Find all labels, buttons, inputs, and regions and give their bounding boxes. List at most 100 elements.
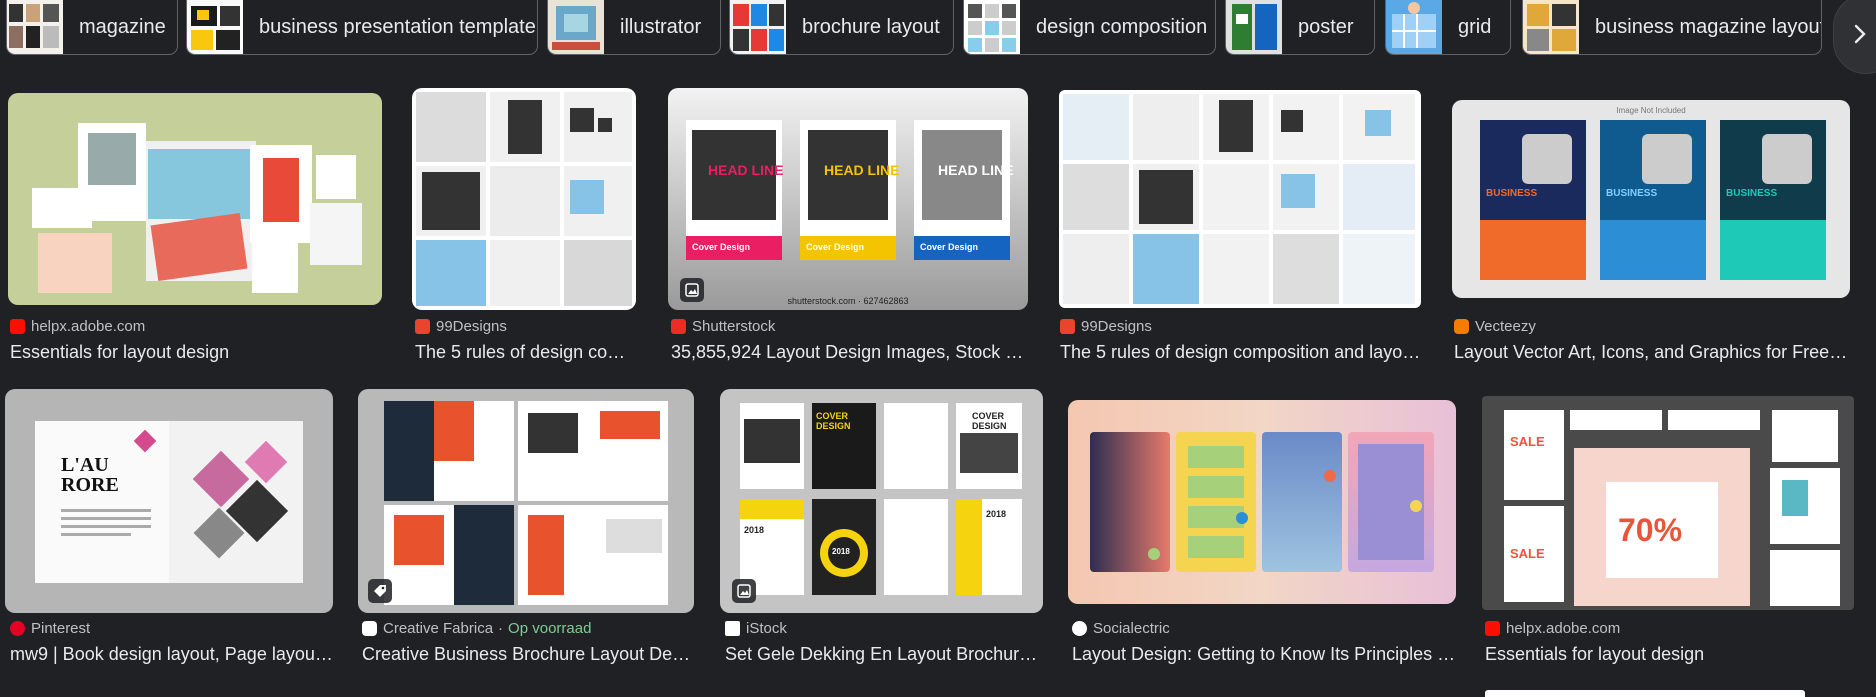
next-result-image-edge [1485,690,1805,697]
chip-thumbnail [730,0,786,54]
chip-brochure-layout[interactable]: brochure layout [729,0,954,55]
result-title[interactable]: The 5 rules of design composition and la… [1060,342,1422,363]
result-source[interactable]: 99Designs [415,318,507,335]
adobe-icon [10,319,25,334]
separator: · [498,620,504,637]
chip-label: brochure layout [802,15,940,38]
poster-year: 2018 [986,509,1007,519]
result-image[interactable]: SALE 70% SALE [1482,396,1854,610]
result-title[interactable]: Essentials for layout design [1485,644,1853,665]
book-title: L'AU RORE [61,454,119,496]
result-image[interactable]: L'AU RORE [5,389,333,613]
in-stock-label: Op voorraad [508,620,592,637]
result-image[interactable]: BUSINESS BUSINESS BUSINESS Image Not Inc… [1452,100,1850,298]
result-title[interactable]: 35,855,924 Layout Design Images, Stock … [671,342,1031,363]
poster-headline: BUSINESS [1726,188,1778,199]
chip-label: magazine [79,15,166,38]
poster-subtitle: Cover Design [806,242,865,252]
poster-year: 2018 [832,547,850,556]
result-image[interactable] [358,389,694,613]
chip-business-magazine-layout[interactable]: business magazine layout [1522,0,1822,55]
chip-illustrator[interactable]: illustrator [547,0,721,55]
result-image[interactable] [412,88,636,310]
result-title[interactable]: Set Gele Dekking En Layout Brochur… [725,644,1045,665]
result-image[interactable] [8,93,382,305]
chip-label: business presentation template [259,15,536,38]
adobe-icon [1485,621,1500,636]
poster-year: 2018 [744,525,765,535]
shutterstock-icon [671,319,686,334]
pinterest-icon [10,621,25,636]
poster-headline: BUSINESS [1486,188,1538,199]
result-source-name: Socialectric [1093,620,1170,637]
chip-grid[interactable]: grid [1385,0,1511,55]
poster-headline: HEAD LINE [708,162,784,178]
socialectric-icon [1072,621,1087,636]
result-source-name: 99Designs [1081,318,1152,335]
result-title[interactable]: Layout Design: Getting to Know Its Princ… [1072,644,1456,665]
result-image[interactable] [1059,90,1421,308]
poster-headline: HEAD LINE [938,162,1014,178]
chip-design-composition[interactable]: design composition [963,0,1216,55]
chip-label: design composition [1036,15,1208,38]
result-source[interactable]: Shutterstock [671,318,775,335]
result-source-name: helpx.adobe.com [31,318,146,335]
image-caption: Image Not Included [1616,106,1686,115]
result-source[interactable]: helpx.adobe.com [1485,620,1620,637]
chip-business-presentation-template[interactable]: business presentation template [186,0,538,55]
chip-thumbnail [187,0,243,54]
chip-thumbnail [1523,0,1579,54]
result-title[interactable]: mw9 | Book design layout, Page layou… [10,644,336,665]
result-source[interactable]: iStock [725,620,787,637]
result-title[interactable]: Creative Business Brochure Layout De… [362,644,692,665]
result-source-name: Vecteezy [1475,318,1536,335]
image-badge [732,579,756,603]
istock-icon [725,621,740,636]
image-watermark: shutterstock.com · 627462863 [787,296,909,306]
tag-icon [374,585,386,597]
sale-text: SALE [1510,546,1545,561]
image-icon [685,283,699,297]
poster-subtitle: Cover Design [920,242,979,252]
result-source-name: Pinterest [31,620,91,637]
result-image[interactable]: COVER DESIGN COVER DESIGN 2018 2018 2018 [720,389,1043,613]
image-icon [737,584,751,598]
result-source[interactable]: Socialectric [1072,620,1170,637]
result-title[interactable]: Essentials for layout design [10,342,380,363]
result-source[interactable]: 99Designs [1060,318,1152,335]
chip-thumbnail [1226,0,1282,54]
result-image[interactable] [1068,400,1456,604]
result-source-name: Creative Fabrica [383,620,494,637]
poster-headline: COVER DESIGN [816,411,851,431]
poster-headline: HEAD LINE [824,162,900,178]
chip-thumbnail [548,0,604,54]
result-source[interactable]: helpx.adobe.com [10,318,145,335]
poster-headline: COVER DESIGN [972,411,1007,431]
99designs-icon [415,319,430,334]
sale-text: SALE [1510,434,1545,449]
result-title[interactable]: The 5 rules of design com… [415,342,639,363]
result-source[interactable]: Pinterest [10,620,90,637]
poster-headline: BUSINESS [1606,188,1658,199]
chip-thumbnail [7,0,63,54]
99designs-icon [1060,319,1075,334]
chip-poster[interactable]: poster [1225,0,1375,55]
chip-label: business magazine layout [1595,15,1822,38]
chip-magazine[interactable]: magazine [6,0,178,55]
result-source-name: 99Designs [436,318,507,335]
chip-label: illustrator [620,15,702,38]
poster-subtitle: Cover Design [692,242,751,252]
result-title[interactable]: Layout Vector Art, Icons, and Graphics f… [1454,342,1852,363]
result-image[interactable]: HEAD LINE HEAD LINE HEAD LINE Cover Desi… [668,88,1028,310]
creative-fabrica-icon [362,621,377,636]
result-source-name: Shutterstock [692,318,776,335]
sale-discount: 70% [1618,512,1683,548]
scroll-next-button[interactable] [1833,0,1876,74]
chevron-right-icon [1854,24,1866,44]
chip-label: grid [1458,15,1492,38]
result-source-name: iStock [746,620,787,637]
result-source-name: helpx.adobe.com [1506,620,1621,637]
result-source[interactable]: Creative Fabrica · Op voorraad [362,620,591,637]
result-source[interactable]: Vecteezy [1454,318,1536,335]
image-badge [368,579,392,603]
